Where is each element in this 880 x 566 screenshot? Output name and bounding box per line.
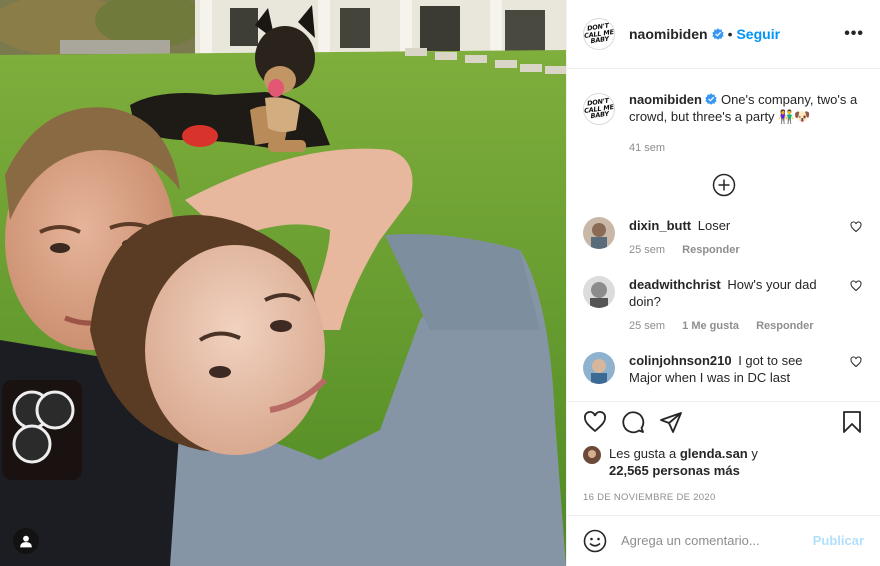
comment-time[interactable]: 25 sem bbox=[629, 244, 665, 256]
share-icon[interactable] bbox=[659, 410, 683, 434]
comment-meta: 25 sem Responder bbox=[629, 244, 834, 256]
tag-user-icon bbox=[20, 535, 32, 548]
comment-time[interactable]: 25 sem bbox=[629, 320, 665, 332]
likes-count[interactable]: 22,565 personas más bbox=[609, 463, 740, 478]
reply-button[interactable]: Responder bbox=[756, 320, 813, 332]
post-caption: DON'T CALL ME BABY naomibiden One's comp… bbox=[583, 69, 864, 154]
more-options-icon[interactable]: ••• bbox=[844, 25, 864, 43]
comment-text-block: deadwithchrist How's your dad doin? bbox=[629, 276, 834, 310]
reply-button[interactable]: Responder bbox=[682, 244, 739, 256]
liker-username[interactable]: glenda.san bbox=[680, 446, 748, 461]
bookmark-icon[interactable] bbox=[840, 410, 864, 434]
comment-body: deadwithchrist How's your dad doin? 25 s… bbox=[629, 276, 864, 332]
likes-summary: Les gusta a glenda.san y 22,565 personas… bbox=[567, 441, 880, 479]
caption-avatar-logo: DON'T CALL ME BABY bbox=[583, 96, 615, 121]
comment-text-block: dixin_butt Loser bbox=[629, 217, 834, 234]
post-header: DON'T CALL ME BABY naomibiden • Seguir •… bbox=[567, 0, 880, 70]
post-actions bbox=[567, 401, 880, 440]
author-avatar[interactable]: DON'T CALL ME BABY bbox=[583, 18, 615, 51]
header-separator: • bbox=[727, 26, 733, 43]
likes-prefix: Les gusta a bbox=[609, 445, 677, 461]
tag-user-button[interactable] bbox=[13, 528, 39, 554]
comment-item: colinjohnson210 I got to see Major when … bbox=[583, 352, 864, 386]
liker-avatar[interactable] bbox=[583, 445, 601, 464]
load-more-icon[interactable] bbox=[712, 173, 736, 197]
load-more-comments[interactable] bbox=[583, 173, 864, 197]
commenter-avatar[interactable] bbox=[583, 217, 615, 250]
caption-body: naomibiden One's company, two's a crowd,… bbox=[629, 91, 864, 154]
heart-icon[interactable] bbox=[850, 221, 862, 233]
heart-icon[interactable] bbox=[583, 410, 607, 434]
post-side-panel: DON'T CALL ME BABY naomibiden • Seguir •… bbox=[566, 0, 880, 566]
avatar-logo: DON'T CALL ME BABY bbox=[583, 21, 615, 46]
emoji-icon[interactable] bbox=[583, 529, 607, 553]
post-date[interactable]: 16 DE NOVIEMBRE DE 2020 bbox=[567, 479, 880, 503]
comment-item: dixin_butt Loser 25 sem Responder bbox=[583, 217, 864, 256]
comments-section[interactable]: DON'T CALL ME BABY naomibiden One's comp… bbox=[567, 69, 880, 401]
comment-item: deadwithchrist How's your dad doin? 25 s… bbox=[583, 276, 864, 332]
follow-button[interactable]: Seguir bbox=[736, 26, 780, 42]
caption-meta: 41 sem bbox=[629, 142, 864, 154]
post-comment-button[interactable]: Publicar bbox=[813, 533, 864, 548]
likes-conj: y bbox=[751, 445, 758, 461]
comment-text-block: colinjohnson210 I got to see Major when … bbox=[629, 352, 834, 386]
heart-icon[interactable] bbox=[850, 356, 862, 368]
caption-text-block: naomibiden One's company, two's a crowd,… bbox=[629, 91, 864, 125]
caption-time[interactable]: 41 sem bbox=[629, 142, 665, 154]
instagram-post: DON'T CALL ME BABY naomibiden • Seguir •… bbox=[0, 0, 880, 566]
likes-text: Les gusta a glenda.san y 22,565 personas… bbox=[609, 445, 758, 479]
comment-icon[interactable] bbox=[621, 410, 645, 434]
comment-input[interactable] bbox=[621, 533, 813, 549]
verified-badge-icon bbox=[705, 93, 717, 105]
comment-username[interactable]: colinjohnson210 bbox=[629, 353, 732, 368]
comment-username[interactable]: dixin_butt bbox=[629, 218, 691, 233]
commenter-avatar[interactable] bbox=[583, 276, 615, 309]
add-comment-bar: Publicar bbox=[567, 514, 880, 566]
heart-icon[interactable] bbox=[850, 280, 862, 292]
verified-badge-icon bbox=[711, 28, 724, 40]
comment-meta: 25 sem 1 Me gusta Responder bbox=[629, 320, 834, 332]
comment-likes[interactable]: 1 Me gusta bbox=[682, 320, 739, 332]
photo-illustration bbox=[0, 0, 566, 566]
post-photo[interactable] bbox=[0, 0, 566, 566]
commenter-avatar[interactable] bbox=[583, 352, 615, 385]
comment-username[interactable]: deadwithchrist bbox=[629, 277, 721, 292]
comment-body: dixin_butt Loser 25 sem Responder bbox=[629, 217, 864, 256]
comment-text: Loser bbox=[697, 218, 731, 234]
author-username[interactable]: naomibiden bbox=[629, 26, 708, 42]
caption-emojis: 👫🐶 bbox=[778, 109, 811, 125]
caption-avatar[interactable]: DON'T CALL ME BABY bbox=[583, 93, 615, 126]
caption-username[interactable]: naomibiden bbox=[629, 92, 702, 107]
comment-body: colinjohnson210 I got to see Major when … bbox=[629, 352, 864, 386]
